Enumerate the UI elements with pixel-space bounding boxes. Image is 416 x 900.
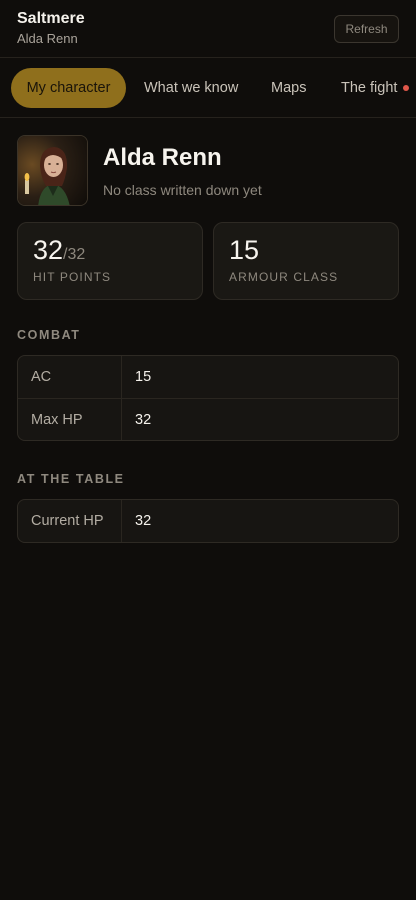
tab-label: What we know <box>144 80 239 96</box>
character-name: Alda Renn <box>103 144 222 171</box>
row-key: AC <box>18 356 122 398</box>
at-the-table-table: Current HP 32 <box>17 499 399 543</box>
tab-label: The fight <box>341 80 398 96</box>
row-value: 32 <box>135 411 152 428</box>
notification-dot <box>403 85 410 91</box>
combat-heading: COMBAT <box>17 328 81 342</box>
table-row: Max HP 32 <box>18 398 398 440</box>
row-value: 32 <box>135 513 152 529</box>
tab-bar: My character What we know Maps The fight <box>0 58 416 118</box>
tab-label: Maps <box>271 80 307 96</box>
table-row: AC 15 <box>18 356 398 398</box>
armour-class-card: 15 ARMOUR CLASS <box>213 222 399 300</box>
tab-maps[interactable]: Maps <box>271 68 306 108</box>
hit-points-label: HIT POINTS <box>33 270 112 284</box>
armour-class-label: ARMOUR CLASS <box>229 270 339 284</box>
row-key: Max HP <box>18 399 122 440</box>
tab-what-we-know[interactable]: What we know <box>144 68 238 108</box>
armour-class-value: 15 <box>229 235 260 265</box>
app-title: Saltmere <box>17 10 85 27</box>
character-class: No class written down yet <box>103 182 262 198</box>
row-value: 15 <box>135 369 152 385</box>
hit-points-max: /32 <box>63 246 86 263</box>
tab-my-character[interactable]: My character <box>11 68 126 108</box>
tab-the-fight[interactable]: The fight <box>341 68 410 108</box>
row-key: Current HP <box>18 500 122 542</box>
hit-points-card: 32/32 HIT POINTS <box>17 222 203 300</box>
tab-label: My character <box>26 80 111 96</box>
app-subtitle: Alda Renn <box>17 31 78 46</box>
combat-table: AC 15 Max HP 32 <box>17 355 399 441</box>
hit-points-value: 32 <box>33 235 64 265</box>
character-portrait[interactable] <box>17 135 88 206</box>
portrait-image <box>18 136 87 205</box>
app-header: Saltmere Alda Renn Refresh <box>0 0 416 58</box>
at-the-table-heading: AT THE TABLE <box>17 472 125 486</box>
refresh-button[interactable]: Refresh <box>334 15 399 43</box>
hit-points-value-wrap: 32/32 <box>33 235 85 266</box>
table-row: Current HP 32 <box>18 500 398 542</box>
